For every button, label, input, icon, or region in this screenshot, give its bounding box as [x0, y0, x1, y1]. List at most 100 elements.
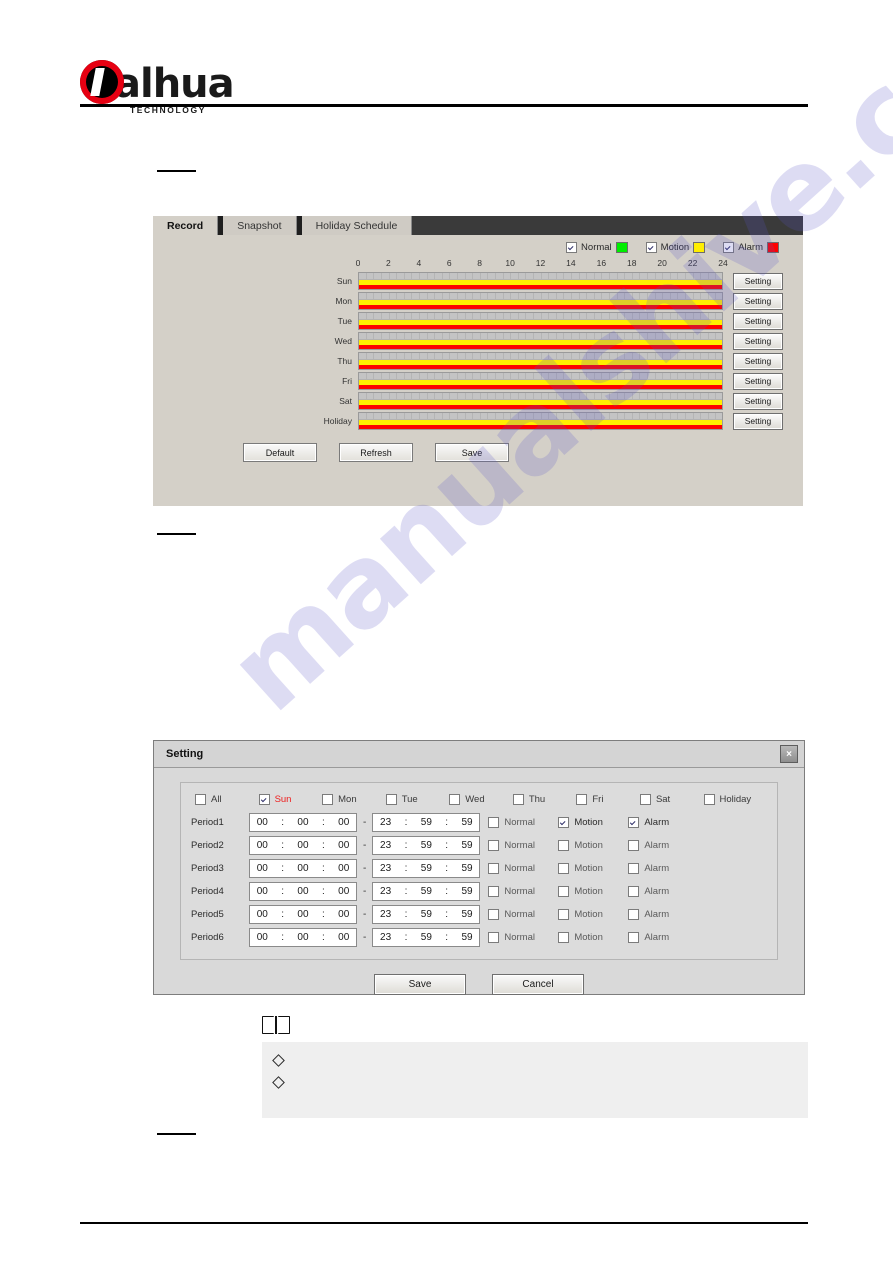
- timeline-bar-tue[interactable]: [358, 312, 723, 330]
- day-checkbox-fri[interactable]: Fri: [576, 794, 640, 805]
- checkbox-icon[interactable]: [628, 932, 640, 943]
- checkbox-icon[interactable]: [628, 863, 640, 874]
- time-part[interactable]: 00: [297, 863, 308, 874]
- time-part[interactable]: 23: [380, 932, 391, 943]
- tab-holiday-schedule[interactable]: Holiday Schedule: [301, 216, 413, 235]
- time-part[interactable]: 00: [297, 840, 308, 851]
- period-option-motion[interactable]: Motion: [558, 817, 620, 828]
- checkbox-icon[interactable]: [576, 794, 588, 805]
- timeline-bar-holiday[interactable]: [358, 412, 723, 430]
- day-checkbox-thu[interactable]: Thu: [512, 794, 577, 805]
- legend-item-alarm[interactable]: Alarm: [723, 242, 779, 253]
- period-option-motion[interactable]: Motion: [558, 863, 620, 874]
- timeline-bar-thu[interactable]: [358, 352, 723, 370]
- checkbox-icon[interactable]: [195, 794, 206, 805]
- time-part[interactable]: 59: [461, 863, 472, 874]
- time-part[interactable]: 00: [257, 817, 268, 828]
- period-option-normal[interactable]: Normal: [488, 863, 550, 874]
- time-part[interactable]: 23: [380, 909, 391, 920]
- time-part[interactable]: 00: [338, 932, 349, 943]
- timeline-bar-mon[interactable]: [358, 292, 723, 310]
- time-part[interactable]: 59: [421, 932, 432, 943]
- timeline-bar-sun[interactable]: [358, 272, 723, 290]
- time-part[interactable]: 59: [461, 886, 472, 897]
- setting-button-fri[interactable]: Setting: [733, 372, 783, 390]
- time-part[interactable]: 23: [380, 863, 391, 874]
- time-part[interactable]: 00: [338, 886, 349, 897]
- setting-button-tue[interactable]: Setting: [733, 312, 783, 330]
- checkbox-icon[interactable]: [488, 909, 500, 920]
- timeline-bar-sat[interactable]: [358, 392, 723, 410]
- time-part[interactable]: 00: [338, 840, 349, 851]
- period-option-alarm[interactable]: Alarm: [628, 840, 690, 851]
- time-part[interactable]: 59: [461, 932, 472, 943]
- period-option-normal[interactable]: Normal: [488, 817, 550, 828]
- day-checkbox-all[interactable]: All: [195, 794, 259, 805]
- default-button[interactable]: Default: [243, 443, 317, 462]
- time-part[interactable]: 00: [297, 886, 308, 897]
- checkbox-icon[interactable]: [558, 909, 570, 920]
- checkbox-icon[interactable]: [558, 817, 570, 828]
- period-start-time-input[interactable]: 00: 00: 00: [249, 813, 357, 832]
- refresh-button[interactable]: Refresh: [339, 443, 413, 462]
- period-option-motion[interactable]: Motion: [558, 886, 620, 897]
- period-option-normal[interactable]: Normal: [488, 932, 550, 943]
- time-part[interactable]: 00: [257, 932, 268, 943]
- time-part[interactable]: 59: [461, 840, 472, 851]
- checkbox-icon[interactable]: [628, 909, 640, 920]
- period-start-time-input[interactable]: 00: 00: 00: [249, 836, 357, 855]
- day-checkbox-sun[interactable]: Sun: [258, 794, 323, 805]
- time-part[interactable]: 59: [421, 909, 432, 920]
- checkbox-icon[interactable]: [628, 817, 640, 828]
- setting-button-mon[interactable]: Setting: [733, 292, 783, 310]
- time-part[interactable]: 59: [421, 863, 432, 874]
- checkbox-alarm-icon[interactable]: [723, 242, 735, 253]
- period-option-motion[interactable]: Motion: [558, 840, 620, 851]
- checkbox-icon[interactable]: [628, 840, 640, 851]
- period-start-time-input[interactable]: 00: 00: 00: [249, 905, 357, 924]
- checkbox-icon[interactable]: [488, 932, 500, 943]
- period-end-time-input[interactable]: 23: 59: 59: [372, 905, 481, 924]
- checkbox-icon[interactable]: [488, 817, 500, 828]
- time-part[interactable]: 59: [421, 886, 432, 897]
- dialog-cancel-button[interactable]: Cancel: [492, 974, 584, 995]
- dialog-save-button[interactable]: Save: [374, 974, 466, 995]
- checkbox-icon[interactable]: [512, 794, 524, 805]
- checkbox-icon[interactable]: [488, 840, 500, 851]
- close-icon[interactable]: ×: [780, 745, 798, 763]
- period-start-time-input[interactable]: 00: 00: 00: [249, 928, 357, 947]
- time-part[interactable]: 00: [257, 863, 268, 874]
- time-part[interactable]: 59: [461, 909, 472, 920]
- checkbox-icon[interactable]: [558, 886, 570, 897]
- time-part[interactable]: 59: [421, 840, 432, 851]
- period-option-motion[interactable]: Motion: [558, 909, 620, 920]
- time-part[interactable]: 59: [461, 817, 472, 828]
- checkbox-icon[interactable]: [639, 794, 651, 805]
- period-end-time-input[interactable]: 23: 59: 59: [372, 928, 481, 947]
- checkbox-icon[interactable]: [488, 863, 500, 874]
- period-option-alarm[interactable]: Alarm: [628, 909, 690, 920]
- day-checkbox-wed[interactable]: Wed: [449, 794, 513, 805]
- period-option-normal[interactable]: Normal: [488, 909, 550, 920]
- period-option-normal[interactable]: Normal: [488, 840, 550, 851]
- time-part[interactable]: 23: [380, 817, 391, 828]
- time-part[interactable]: 23: [380, 886, 391, 897]
- legend-item-normal[interactable]: Normal: [566, 242, 628, 253]
- checkbox-icon[interactable]: [628, 886, 640, 897]
- setting-button-sat[interactable]: Setting: [733, 392, 783, 410]
- setting-button-holiday[interactable]: Setting: [733, 412, 783, 430]
- time-part[interactable]: 23: [380, 840, 391, 851]
- period-option-alarm[interactable]: Alarm: [628, 863, 690, 874]
- checkbox-icon[interactable]: [385, 794, 397, 805]
- checkbox-icon[interactable]: [558, 863, 570, 874]
- tab-record[interactable]: Record: [153, 216, 219, 235]
- checkbox-icon[interactable]: [258, 794, 270, 805]
- time-part[interactable]: 00: [338, 909, 349, 920]
- period-start-time-input[interactable]: 00: 00: 00: [249, 882, 357, 901]
- period-start-time-input[interactable]: 00: 00: 00: [249, 859, 357, 878]
- checkbox-icon[interactable]: [558, 840, 570, 851]
- time-part[interactable]: 59: [421, 817, 432, 828]
- time-part[interactable]: 00: [297, 817, 308, 828]
- legend-item-motion[interactable]: Motion: [645, 242, 706, 253]
- period-option-alarm[interactable]: Alarm: [628, 817, 690, 828]
